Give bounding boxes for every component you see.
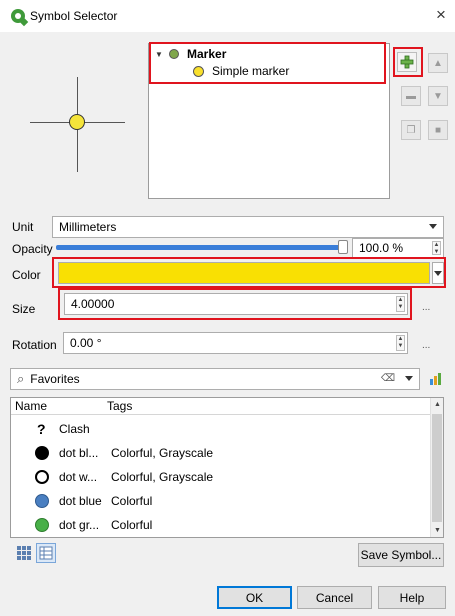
list-item-tags: Colorful, Grayscale <box>111 470 214 484</box>
list-item[interactable]: dot gr... Colorful <box>11 513 431 537</box>
list-item-tags: Colorful <box>111 518 153 532</box>
size-data-defined-button[interactable]: ... <box>422 302 430 313</box>
list-item[interactable]: ? Clash <box>11 417 431 441</box>
add-button-highlight-box <box>393 47 423 77</box>
symbol-list[interactable]: Name Tags ? Clash dot bl... Colorful, Gr… <box>10 397 444 538</box>
opacity-slider-handle[interactable] <box>338 240 348 254</box>
duplicate-layer-button[interactable]: ❐ <box>401 120 421 140</box>
dot-black-icon <box>35 446 49 460</box>
size-label: Size <box>12 302 36 316</box>
move-up-button[interactable]: ▲ <box>428 53 448 73</box>
lock-layer-button[interactable]: ■ <box>428 120 448 140</box>
table-icon <box>39 546 53 560</box>
arrow-down-icon: ▼ <box>433 90 443 102</box>
color-label: Color <box>12 268 41 282</box>
list-item[interactable]: dot bl... Colorful, Grayscale <box>11 441 431 465</box>
opacity-spin-arrows[interactable]: ▲ ▼ <box>432 241 441 255</box>
opacity-spinbox[interactable]: 100.0 % ▲ ▼ <box>352 238 444 258</box>
move-down-button[interactable]: ▼ <box>428 86 448 106</box>
opacity-label: Opacity <box>12 242 53 256</box>
list-item[interactable]: dot blue Colorful <box>11 489 431 513</box>
close-icon[interactable]: × <box>436 5 446 25</box>
column-header-name[interactable]: Name <box>15 399 107 413</box>
list-header: Name Tags <box>11 398 431 415</box>
unit-select[interactable]: Millimeters <box>52 216 444 238</box>
list-view-button[interactable] <box>36 543 56 563</box>
color-highlight-box <box>52 257 446 288</box>
search-icon: ⌕ <box>17 371 25 386</box>
list-item[interactable]: dot w... Colorful, Grayscale <box>11 465 431 489</box>
unit-value: Millimeters <box>59 220 117 234</box>
column-header-tags[interactable]: Tags <box>107 399 132 413</box>
rotation-data-defined-button[interactable]: ... <box>422 340 430 351</box>
preview-marker-icon <box>69 114 85 130</box>
cancel-button[interactable]: Cancel <box>297 586 372 609</box>
duplicate-icon: ❐ <box>406 124 416 136</box>
remove-layer-button[interactable]: ▬ <box>401 86 421 106</box>
scrollbar-thumb[interactable] <box>432 414 442 522</box>
dot-white-icon <box>35 470 49 484</box>
qgis-logo-icon <box>11 9 25 23</box>
tree-highlight-box <box>149 42 386 84</box>
opacity-slider-track[interactable] <box>56 245 342 250</box>
arrow-up-icon: ▲ <box>433 57 443 69</box>
window-title: Symbol Selector <box>30 9 118 23</box>
minus-icon: ▬ <box>406 90 416 102</box>
search-value: Favorites <box>30 372 80 386</box>
rotation-spin-arrows[interactable]: ▲ ▼ <box>396 335 405 351</box>
rotation-value: 0.00 ° <box>70 336 102 350</box>
list-item-tags: Colorful, Grayscale <box>111 446 214 460</box>
clear-icon[interactable]: ⌫ <box>381 373 395 384</box>
icon-view-button[interactable] <box>16 545 32 561</box>
scroll-up-icon[interactable]: ▲ <box>434 401 441 408</box>
list-item-name: dot w... <box>59 470 98 484</box>
opacity-value: 100.0 % <box>359 241 404 255</box>
chevron-down-icon <box>429 224 437 229</box>
list-scrollbar[interactable]: ▲ ▼ <box>430 398 443 537</box>
favorites-search-input[interactable]: ⌕ Favorites ⌫ <box>10 368 420 390</box>
list-item-name: dot gr... <box>59 518 100 532</box>
size-highlight-box <box>58 288 412 320</box>
ok-button[interactable]: OK <box>217 586 292 609</box>
chevron-down-icon[interactable] <box>405 376 413 381</box>
scroll-down-icon[interactable]: ▼ <box>434 527 441 534</box>
lock-icon: ■ <box>434 124 442 136</box>
dot-green-icon <box>35 518 49 532</box>
list-item-name: Clash <box>59 422 90 436</box>
save-symbol-button[interactable]: Save Symbol... <box>358 543 444 567</box>
question-mark-icon: ? <box>37 421 46 437</box>
rotation-label: Rotation <box>12 338 57 352</box>
list-item-name: dot bl... <box>59 446 99 460</box>
help-button[interactable]: Help <box>378 586 446 609</box>
unit-label: Unit <box>12 220 34 234</box>
style-manager-icon[interactable] <box>428 371 444 387</box>
grid-icon <box>17 546 31 560</box>
rotation-spinbox[interactable]: 0.00 ° ▲ ▼ <box>63 332 408 354</box>
list-item-name: dot blue <box>59 494 102 508</box>
list-item-tags: Colorful <box>111 494 153 508</box>
dot-blue-icon <box>35 494 49 508</box>
